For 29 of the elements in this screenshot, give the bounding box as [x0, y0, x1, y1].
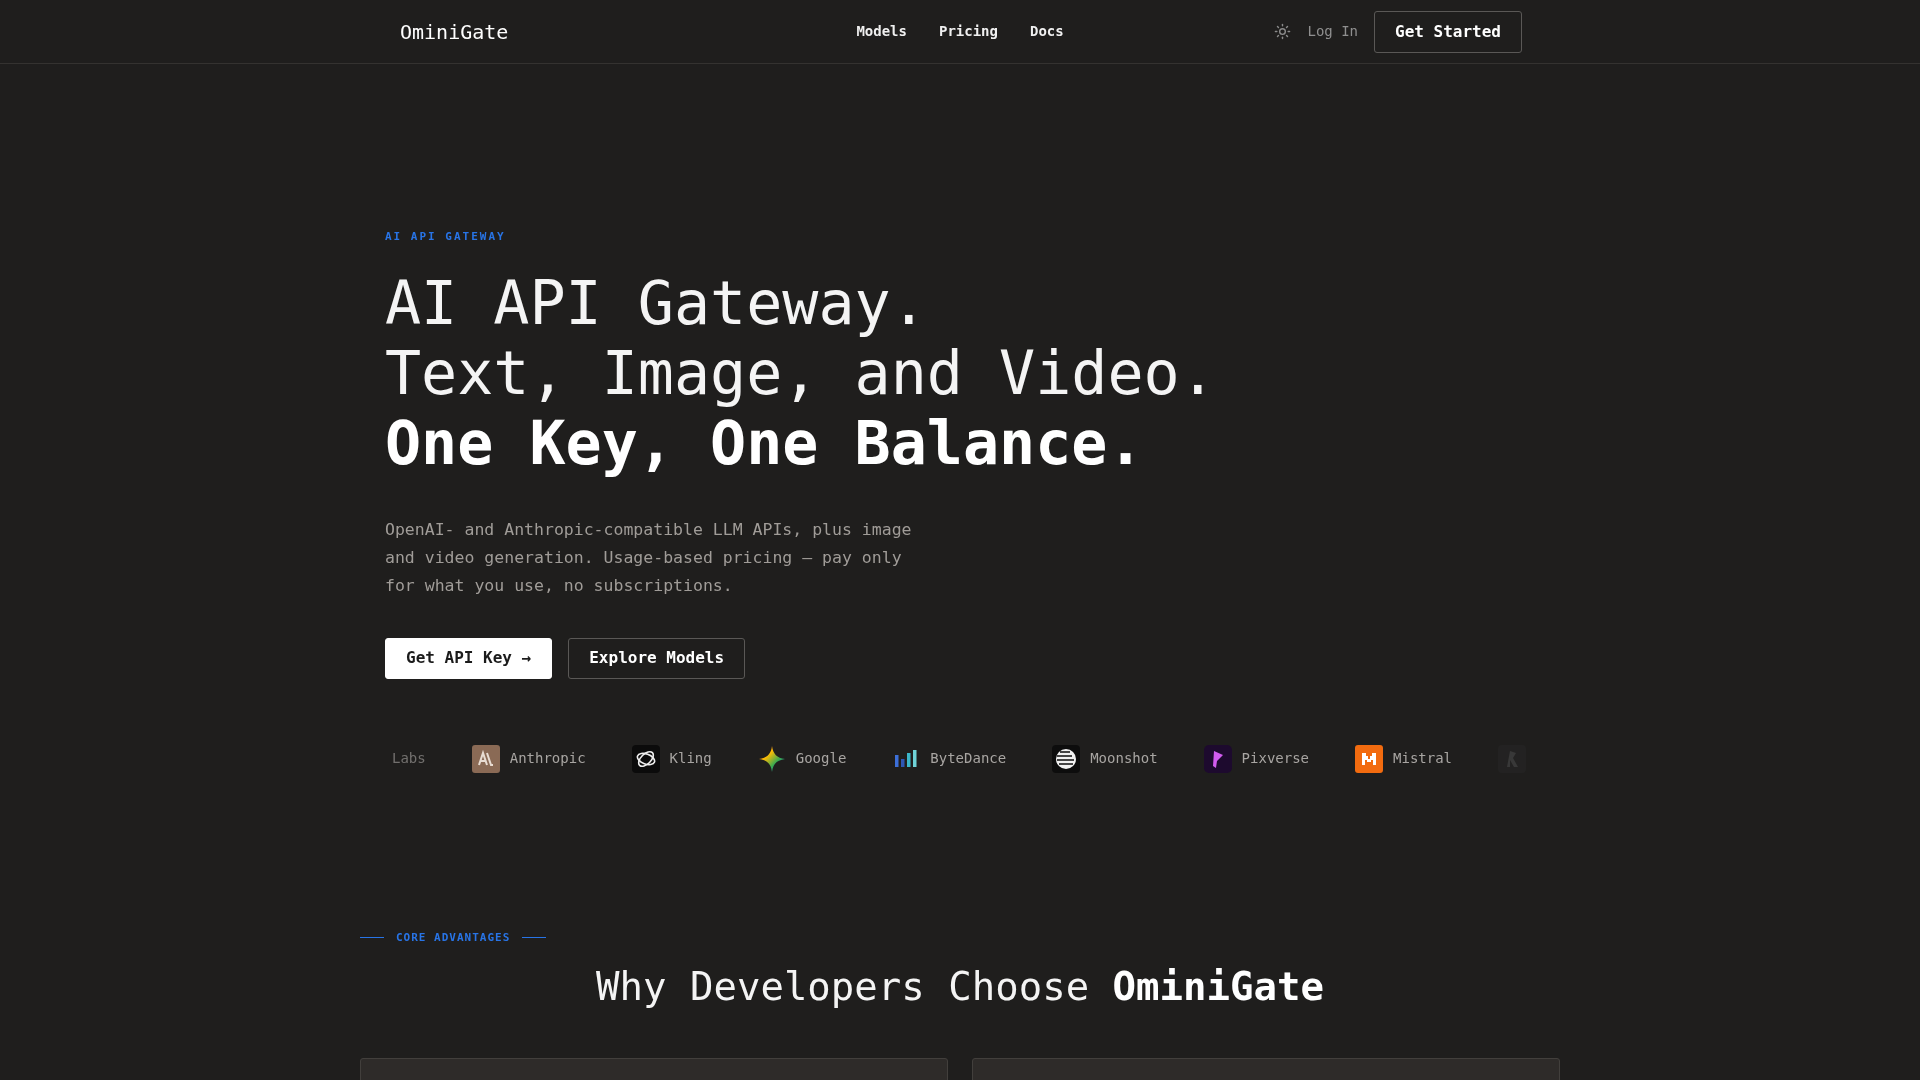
login-link[interactable]: Log In	[1307, 21, 1359, 42]
nav-link[interactable]: Docs	[1029, 21, 1064, 42]
logo-icon	[471, 744, 500, 773]
provider-name: Kling	[669, 749, 712, 768]
block-m-logo-icon	[1355, 744, 1384, 773]
provider-name: Moonshot	[1090, 749, 1158, 768]
theme-toggle-icon[interactable]	[1274, 23, 1292, 40]
eyebrow-label: AI API GATEWAY	[385, 229, 507, 245]
section-eyebrow: CORE ADVANTAGES	[396, 929, 511, 946]
hero-heading-line: Text, Image, and Video.	[385, 337, 1216, 408]
explore-models-button[interactable]: Explore Models	[568, 637, 746, 679]
get-api-key-button[interactable]: Get API Key →	[385, 637, 553, 679]
section-title: Why Developers Choose OminiGate	[596, 963, 1324, 1011]
provider-name: Anthropic	[509, 749, 586, 768]
hero-description: OpenAI- and Anthropic-compatible LLM APIs, plus image and video generation. Usage-based pricing — pay only for what you use, no subscriptions.	[385, 518, 913, 597]
nav-link[interactable]: Pricing	[938, 21, 998, 42]
nav-link[interactable]: Models	[856, 21, 907, 42]
hero-heading-line: One Key, One Balance.	[385, 407, 1144, 478]
provider-name: Mistral	[1393, 749, 1453, 768]
swirl-logo-icon	[631, 744, 660, 773]
provider-name: ByteDance	[930, 749, 1007, 768]
provider-name: Labs	[392, 749, 426, 768]
get-started-button[interactable]: Get Started	[1374, 10, 1522, 53]
ribbon-logo-icon	[1203, 744, 1232, 773]
provider-name: Google	[795, 749, 847, 768]
striped-circle-logo-icon	[1052, 744, 1081, 773]
hero-heading-line: AI API Gateway.	[385, 267, 927, 338]
brand-logo[interactable]: OminiGate	[400, 16, 509, 47]
provider-name: Pixverse	[1241, 749, 1310, 768]
